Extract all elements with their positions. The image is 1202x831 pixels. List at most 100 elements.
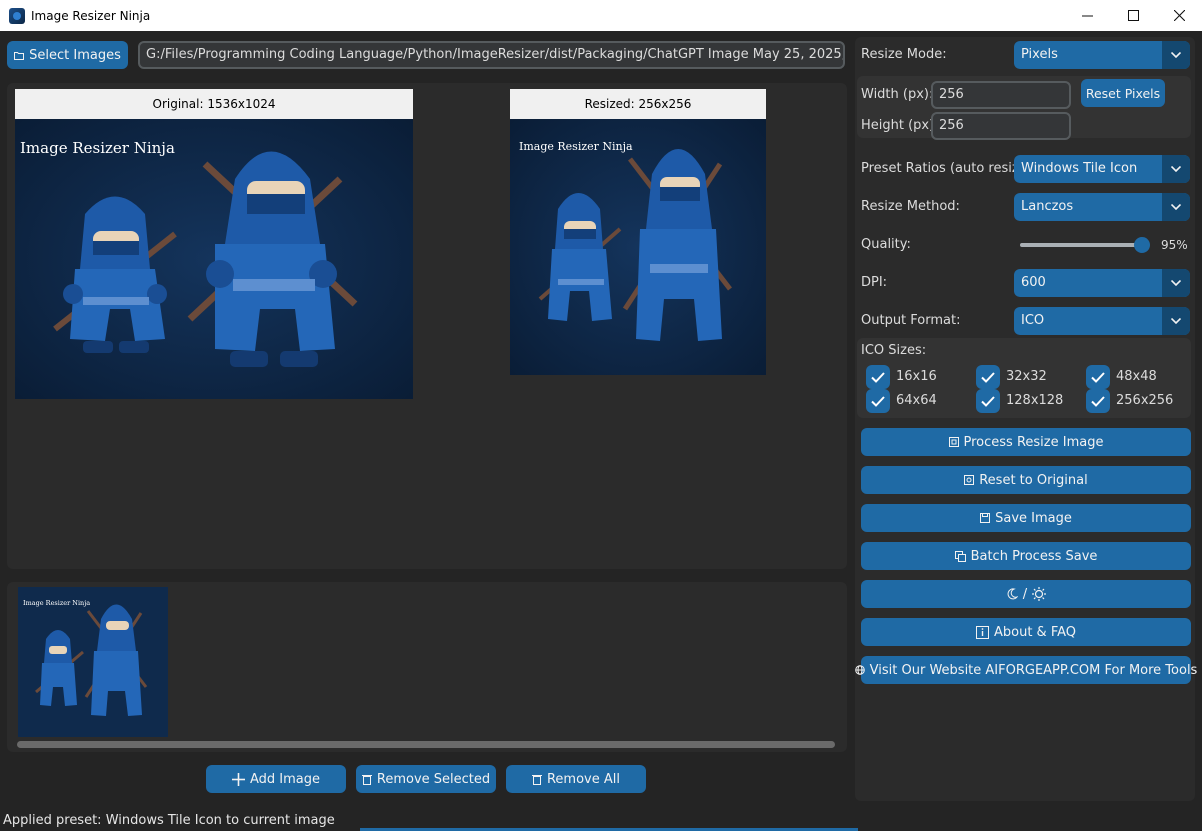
add-image-label: Add Image: [249, 771, 320, 787]
resize-method-dropdown[interactable]: Lanczos: [1014, 193, 1190, 221]
save-image-button[interactable]: Save Image: [861, 504, 1191, 532]
resized-size-label: Resized: 256x256: [510, 89, 766, 119]
close-icon: [1173, 10, 1185, 21]
minimize-icon: [1081, 15, 1093, 17]
height-input[interactable]: 256: [931, 112, 1071, 140]
moon-icon: [1006, 588, 1018, 600]
reset-original-label: Reset to Original: [979, 472, 1088, 488]
chevron-down-icon: [1162, 155, 1190, 183]
width-input[interactable]: 256: [931, 81, 1071, 109]
ico-256-checkbox[interactable]: [1086, 389, 1110, 413]
original-image-caption: Image Resizer Ninja: [20, 139, 175, 157]
resize-icon: [948, 437, 959, 447]
quality-slider-track[interactable]: [1020, 243, 1142, 247]
ico-16-checkbox[interactable]: [866, 365, 890, 389]
info-icon: [975, 625, 989, 639]
checkmark-icon: [871, 371, 885, 383]
app-icon: [9, 7, 25, 24]
chevron-down-icon: [1162, 307, 1190, 335]
output-format-label: Output Format:: [861, 313, 961, 328]
trash-icon: [361, 774, 372, 785]
ico-64-label: 64x64: [896, 393, 937, 408]
checkmark-icon: [1091, 395, 1105, 407]
quality-slider-thumb[interactable]: [1133, 237, 1150, 253]
visit-website-label: Visit Our Website AIFORGEAPP.COM For Mor…: [869, 662, 1198, 678]
remove-all-label: Remove All: [546, 771, 620, 787]
checkmark-icon: [981, 371, 995, 383]
title-bar: Image Resizer Ninja: [0, 0, 1202, 31]
chevron-down-icon: [1162, 41, 1190, 69]
batch-process-label: Batch Process Save: [970, 548, 1098, 564]
resize-method-label: Resize Method:: [861, 199, 960, 214]
preset-ratios-dropdown[interactable]: Windows Tile Icon: [1014, 155, 1190, 183]
preset-ratios-label: Preset Ratios (auto resize):: [861, 161, 1037, 176]
original-preview-image: Image Resizer Ninja: [15, 119, 413, 399]
batch-icon: [954, 550, 966, 562]
quality-value: 95%: [1161, 238, 1188, 252]
ico-32-checkbox[interactable]: [976, 365, 1000, 389]
add-image-button[interactable]: Add Image: [206, 765, 346, 793]
ico-128-label: 128x128: [1006, 393, 1064, 408]
reset-original-button[interactable]: Reset to Original: [861, 466, 1191, 494]
chevron-down-icon: [1162, 269, 1190, 297]
window-title: Image Resizer Ninja: [31, 8, 151, 23]
plus-icon: [231, 772, 245, 786]
ico-48-label: 48x48: [1116, 369, 1157, 384]
globe-icon: [854, 665, 865, 675]
about-faq-label: About & FAQ: [993, 624, 1077, 640]
save-icon: [980, 513, 991, 523]
dpi-label: DPI:: [861, 275, 888, 290]
maximize-icon: [1127, 10, 1139, 21]
ico-256-label: 256x256: [1116, 393, 1174, 408]
status-bar-text: Applied preset: Windows Tile Icon to cur…: [3, 813, 335, 828]
visit-website-button[interactable]: Visit Our Website AIFORGEAPP.COM For Mor…: [854, 656, 1197, 684]
theme-toggle-button[interactable]: /: [861, 580, 1191, 608]
maximize-button[interactable]: [1110, 0, 1156, 31]
dpi-dropdown[interactable]: 600: [1014, 269, 1190, 297]
ico-32-label: 32x32: [1006, 369, 1047, 384]
resized-image-caption: Image Resizer Ninja: [519, 140, 633, 153]
dpi-value: 600: [1021, 275, 1046, 290]
close-button[interactable]: [1156, 0, 1202, 31]
select-images-button[interactable]: Select Images: [7, 41, 128, 69]
resize-mode-dropdown[interactable]: Pixels: [1014, 41, 1190, 69]
reset-pixels-button[interactable]: Reset Pixels: [1081, 79, 1165, 107]
about-faq-button[interactable]: About & FAQ: [861, 618, 1191, 646]
process-resize-button[interactable]: Process Resize Image: [861, 428, 1191, 456]
thumbnail-caption: Image Resizer Ninja: [23, 599, 90, 607]
quality-label: Quality:: [861, 237, 911, 252]
resized-preview-image: Image Resizer Ninja: [510, 119, 766, 375]
ico-16-label: 16x16: [896, 369, 937, 384]
remove-selected-button[interactable]: Remove Selected: [356, 765, 496, 793]
width-label: Width (px):: [861, 87, 934, 102]
remove-selected-label: Remove Selected: [376, 771, 491, 787]
file-path-field[interactable]: G:/Files/Programming Coding Language/Pyt…: [138, 41, 845, 69]
thumbnail-item[interactable]: Image Resizer Ninja: [18, 587, 168, 737]
thumbnail-scrollbar[interactable]: [17, 741, 835, 748]
process-resize-label: Process Resize Image: [963, 434, 1104, 450]
ico-sizes-label: ICO Sizes:: [861, 343, 927, 358]
ico-64-checkbox[interactable]: [866, 389, 890, 413]
reset-pixels-label: Reset Pixels: [1085, 85, 1161, 101]
minimize-button[interactable]: [1064, 0, 1110, 31]
save-image-label: Save Image: [995, 510, 1072, 526]
resize-mode-value: Pixels: [1021, 47, 1058, 62]
ico-128-checkbox[interactable]: [976, 389, 1000, 413]
output-format-dropdown[interactable]: ICO: [1014, 307, 1190, 335]
ico-48-checkbox[interactable]: [1086, 365, 1110, 389]
theme-toggle-label: /: [1022, 586, 1028, 602]
checkmark-icon: [1091, 371, 1105, 383]
checkmark-icon: [981, 395, 995, 407]
original-size-label: Original: 1536x1024: [15, 89, 413, 119]
preset-ratios-value: Windows Tile Icon: [1021, 161, 1138, 176]
resize-mode-label: Resize Mode:: [861, 47, 947, 62]
trash-icon: [531, 774, 542, 785]
sun-icon: [1032, 587, 1047, 601]
height-label: Height (px):: [861, 118, 939, 133]
folder-icon: [14, 51, 25, 60]
chevron-down-icon: [1162, 193, 1190, 221]
batch-process-button[interactable]: Batch Process Save: [861, 542, 1191, 570]
output-format-value: ICO: [1021, 313, 1045, 328]
remove-all-button[interactable]: Remove All: [506, 765, 646, 793]
checkmark-icon: [871, 395, 885, 407]
